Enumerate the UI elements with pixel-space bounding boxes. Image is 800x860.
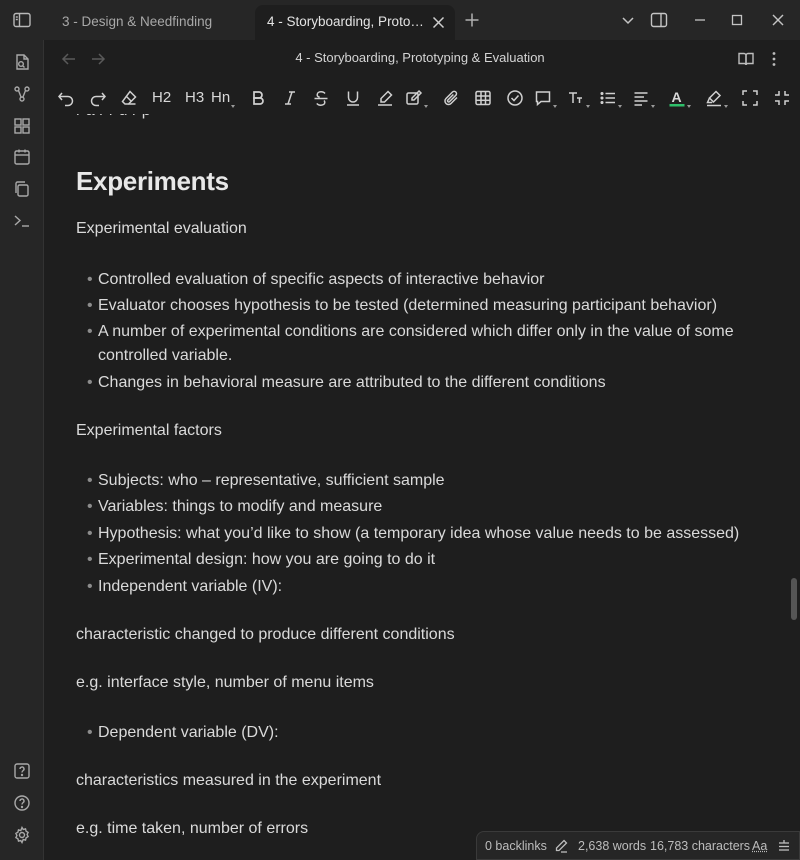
list-item: • Changes in behavioral measure are attri… xyxy=(87,374,606,391)
forward-arrow-icon[interactable] xyxy=(90,51,106,67)
canvas-icon[interactable] xyxy=(13,117,31,135)
status-bar: 0 backlinks 2,638 words 16,783 character… xyxy=(476,831,800,860)
character-count: 16,783 characters xyxy=(650,839,751,853)
tab-storyboarding[interactable]: 4 - Storyboarding, Prototyping & Evaluat… xyxy=(255,5,455,40)
list-item: • Controlled evaluation of specific aspec… xyxy=(87,271,545,288)
pencil-edit-icon[interactable] xyxy=(554,839,568,853)
strikethrough-icon[interactable] xyxy=(312,89,330,107)
list-item: • Variables: things to modify and measure xyxy=(87,498,383,515)
table-icon[interactable] xyxy=(474,89,492,107)
iv-example: e.g. interface style, number of menu ite… xyxy=(76,674,374,691)
heading-2-button[interactable]: H2 xyxy=(152,89,171,107)
list-item: • Hypothesis: what you’d like to show (a … xyxy=(87,525,740,542)
close-window-icon[interactable] xyxy=(770,12,786,28)
list-item: • Dependent variable (DV): xyxy=(87,724,279,741)
highlighter-icon[interactable] xyxy=(705,89,728,108)
copy-icon[interactable] xyxy=(13,180,31,198)
list-item: • Independent variable (IV): xyxy=(87,578,283,595)
scrollbar-thumb[interactable] xyxy=(791,578,797,620)
word-count: 2,638 words xyxy=(578,839,647,853)
heading-experiments: Experiments xyxy=(76,166,229,196)
title-bar: 3 - Design & Needfinding 4 - Storyboardi… xyxy=(0,0,800,40)
view-header-title[interactable]: 4 - Storyboarding, Prototyping & Evaluat… xyxy=(200,50,640,65)
close-tab-icon[interactable] xyxy=(432,16,445,29)
back-arrow-icon[interactable] xyxy=(61,51,77,67)
collapse-shrink-icon[interactable] xyxy=(773,89,791,107)
h3-label: H3 xyxy=(185,89,205,106)
right-sidebar-toggle-icon[interactable] xyxy=(650,12,668,28)
list-item: • Evaluator chooses hypothesis to be test… xyxy=(87,297,718,314)
h2-label: H2 xyxy=(152,89,172,106)
list-item: • A number of experimental conditions are… xyxy=(87,323,734,364)
iv-description: characteristic changed to produce differ… xyxy=(76,626,455,643)
hn-label: Hn xyxy=(211,89,231,106)
editing-toolbar: H2 H3 Hn A xyxy=(44,80,800,114)
svg-text:A: A xyxy=(672,89,682,105)
text-color-icon[interactable]: A xyxy=(668,89,691,108)
chevron-down-icon[interactable] xyxy=(620,12,636,28)
settings-gear-icon[interactable] xyxy=(13,826,31,844)
dv-description: characteristics measured in the experime… xyxy=(76,772,382,789)
attachment-paperclip-icon[interactable] xyxy=(442,89,460,107)
text-size-icon[interactable] xyxy=(567,89,590,108)
minimize-icon[interactable] xyxy=(692,12,708,28)
align-text-icon[interactable] xyxy=(632,89,655,108)
dv-example: e.g. time taken, number of errors xyxy=(76,820,309,837)
list-item: • Experimental design: how you are going … xyxy=(87,551,436,568)
tab-label: 4 - Storyboarding, Prototyping & Evaluat… xyxy=(267,14,427,29)
tab-design-needfinding[interactable]: 3 - Design & Needfinding xyxy=(50,5,255,40)
reading-view-book-icon[interactable] xyxy=(737,50,755,68)
clear-formatting-eraser-icon[interactable] xyxy=(120,89,138,107)
fullscreen-expand-icon[interactable] xyxy=(741,89,759,107)
vault-help-icon[interactable] xyxy=(13,762,31,780)
heading-3-button[interactable]: H3 xyxy=(185,89,204,107)
section-title-experimental-evaluation: Experimental evaluation xyxy=(76,220,247,237)
bold-icon[interactable] xyxy=(249,89,267,107)
graph-view-icon[interactable] xyxy=(13,85,31,103)
undo-icon[interactable] xyxy=(57,89,75,107)
font-toggle[interactable]: Aa xyxy=(752,839,767,853)
heading-n-dropdown[interactable]: Hn xyxy=(211,89,236,108)
terminal-icon[interactable] xyxy=(13,212,31,230)
edit-format-dropdown-icon[interactable] xyxy=(405,89,428,108)
more-options-icon[interactable] xyxy=(765,50,783,68)
underline-icon[interactable] xyxy=(344,89,362,107)
section-title-experimental-factors: Experimental factors xyxy=(76,422,222,439)
left-ribbon xyxy=(0,40,44,860)
list-icon[interactable] xyxy=(599,89,622,108)
redo-icon[interactable] xyxy=(89,89,107,107)
comment-callout-icon[interactable] xyxy=(534,89,557,108)
tab-label: 3 - Design & Needfinding xyxy=(62,14,213,29)
highlight-pen-icon[interactable] xyxy=(376,89,394,107)
backlinks-count[interactable]: 0 backlinks xyxy=(485,839,547,853)
text-color-swatch xyxy=(669,104,685,107)
partially-hidden-line: r a r r u r p xyxy=(76,114,151,120)
new-tab-icon[interactable] xyxy=(464,12,480,28)
calendar-icon[interactable] xyxy=(13,148,31,166)
quick-switcher-icon[interactable] xyxy=(13,53,31,71)
note-content[interactable]: r a r r u r p Experiments Experimental e… xyxy=(44,114,788,860)
maximize-icon[interactable] xyxy=(729,12,745,28)
sidebar-toggle-icon[interactable] xyxy=(12,11,32,29)
sync-status-icon[interactable] xyxy=(777,839,791,853)
list-item: • Subjects: who – representative, suffici… xyxy=(87,472,445,489)
help-icon[interactable] xyxy=(13,794,31,812)
italic-icon[interactable] xyxy=(281,89,299,107)
checklist-circle-check-icon[interactable] xyxy=(506,89,524,107)
